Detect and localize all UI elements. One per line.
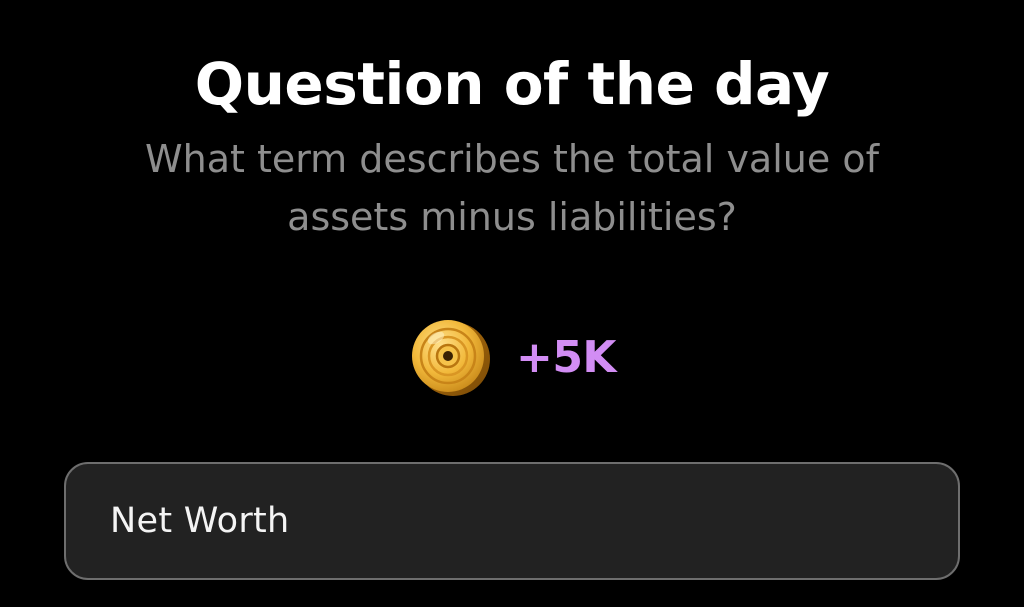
question-text: What term describes the total value of a… <box>145 137 879 239</box>
answer-value: Net Worth <box>110 501 290 541</box>
reward-badge: +5K <box>0 314 1024 400</box>
reward-amount: +5K <box>515 331 617 383</box>
question-of-the-day-screen: Question of the day What term describes … <box>0 0 1024 607</box>
page-title: Question of the day <box>194 50 830 118</box>
coin-icon <box>411 320 490 396</box>
answer-field[interactable]: Net Worth <box>64 462 960 580</box>
